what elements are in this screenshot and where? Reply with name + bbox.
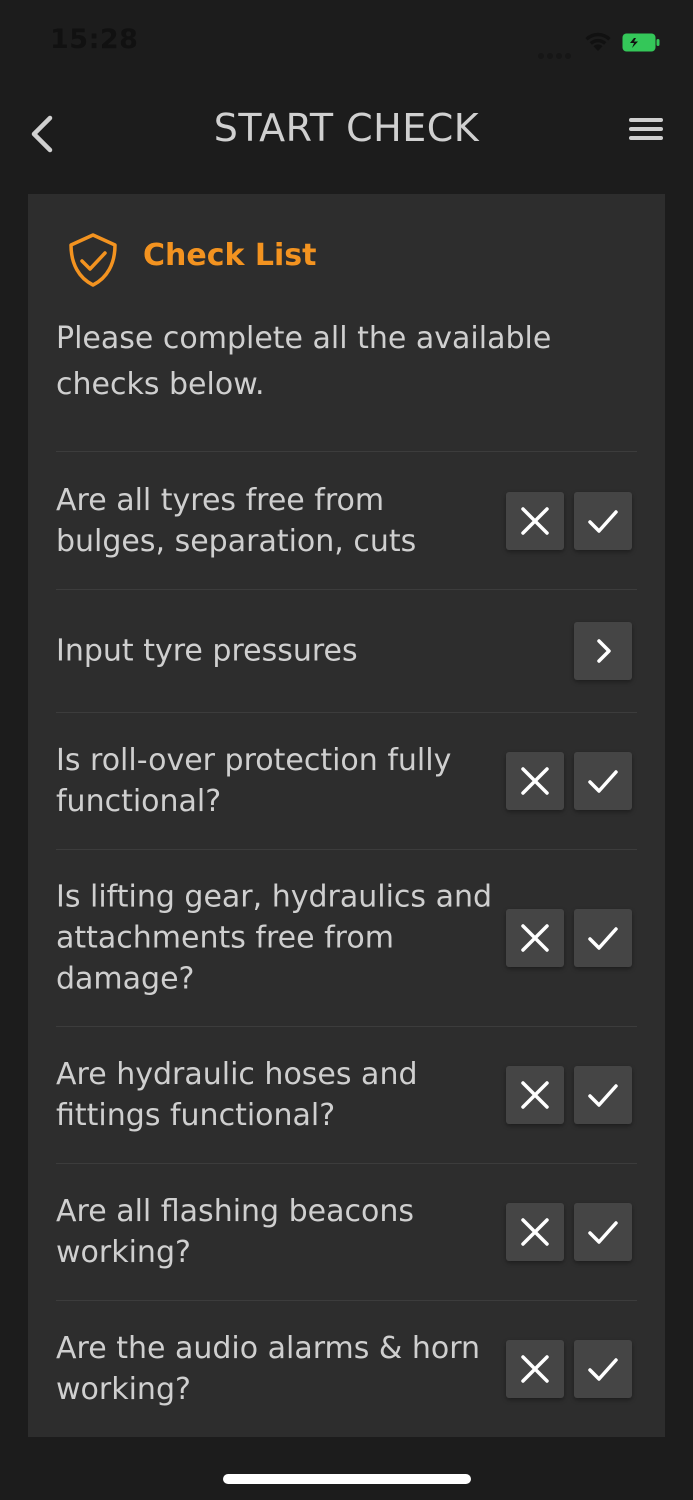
page-title: START CHECK (213, 106, 480, 150)
shield-check-icon (69, 233, 117, 287)
status-bar: 15:28 (0, 0, 693, 88)
fail-button[interactable] (506, 909, 564, 967)
check-item-lifting-gear: Is lifting gear, hydraulics and attachme… (56, 849, 637, 1026)
x-icon (521, 924, 549, 952)
home-indicator[interactable] (223, 1474, 471, 1484)
check-item-hydraulic-hoses: Are hydraulic hoses and fittings functio… (56, 1026, 637, 1163)
checkmark-icon (588, 1358, 618, 1381)
fail-button[interactable] (506, 1066, 564, 1124)
check-item-label: Is roll-over protection fully functional… (56, 743, 452, 819)
pass-button[interactable] (574, 1066, 632, 1124)
check-item-flashing-beacons: Are all flashing beacons working? (56, 1163, 637, 1300)
pass-button[interactable] (574, 1340, 632, 1398)
cellular-signal-icon (538, 44, 578, 59)
check-item-audio-alarms: Are the audio alarms & horn working? (56, 1300, 637, 1437)
chevron-right-icon (597, 639, 611, 663)
check-item-roll-over: Is roll-over protection fully functional… (56, 712, 637, 849)
checkmark-icon (588, 927, 618, 950)
check-list-card: Check List Please complete all the avail… (28, 194, 665, 1437)
start-check-screen: 15:28 START CHECK Check List Please comp… (0, 0, 693, 1500)
check-item-label: Are all flashing beacons working? (56, 1194, 415, 1270)
fail-button[interactable] (506, 491, 564, 550)
open-tyre-pressures-button[interactable] (574, 622, 632, 680)
fail-button[interactable] (506, 1203, 564, 1261)
checkmark-icon (588, 509, 618, 533)
navigation-bar: START CHECK (0, 88, 693, 184)
pass-button[interactable] (574, 491, 632, 550)
check-item-tyre-pressures[interactable]: Input tyre pressures (56, 589, 637, 712)
x-icon (521, 1218, 549, 1246)
checkmark-icon (588, 1084, 618, 1107)
fail-button[interactable] (506, 1340, 564, 1398)
check-list: Are all tyres free from bulges, separati… (56, 451, 637, 1437)
checkmark-icon (588, 770, 618, 793)
check-item-label: Are all tyres free from bulges, separati… (56, 482, 417, 559)
check-item-label: Input tyre pressures (56, 633, 358, 669)
status-time: 15:28 (50, 24, 139, 55)
battery-icon (622, 33, 660, 52)
card-header: Check List (66, 232, 626, 288)
instructions-text: Please complete all the available checks… (56, 321, 552, 402)
hamburger-menu-icon[interactable] (629, 118, 667, 150)
card-title: Check List (143, 238, 317, 273)
check-item-label: Are the audio alarms & horn working? (56, 1331, 481, 1407)
wifi-icon (585, 32, 611, 51)
x-icon (521, 1355, 549, 1383)
pass-button[interactable] (574, 752, 632, 810)
fail-button[interactable] (506, 752, 564, 810)
check-item-label: Are hydraulic hoses and fittings functio… (56, 1057, 418, 1133)
check-item-label: Is lifting gear, hydraulics and attachme… (56, 879, 493, 997)
pass-button[interactable] (574, 1203, 632, 1261)
checkmark-icon (588, 1221, 618, 1244)
x-icon (521, 1081, 549, 1109)
pass-button[interactable] (574, 909, 632, 967)
x-icon (521, 506, 549, 535)
check-item-tyres: Are all tyres free from bulges, separati… (56, 451, 637, 589)
x-icon (521, 767, 549, 795)
